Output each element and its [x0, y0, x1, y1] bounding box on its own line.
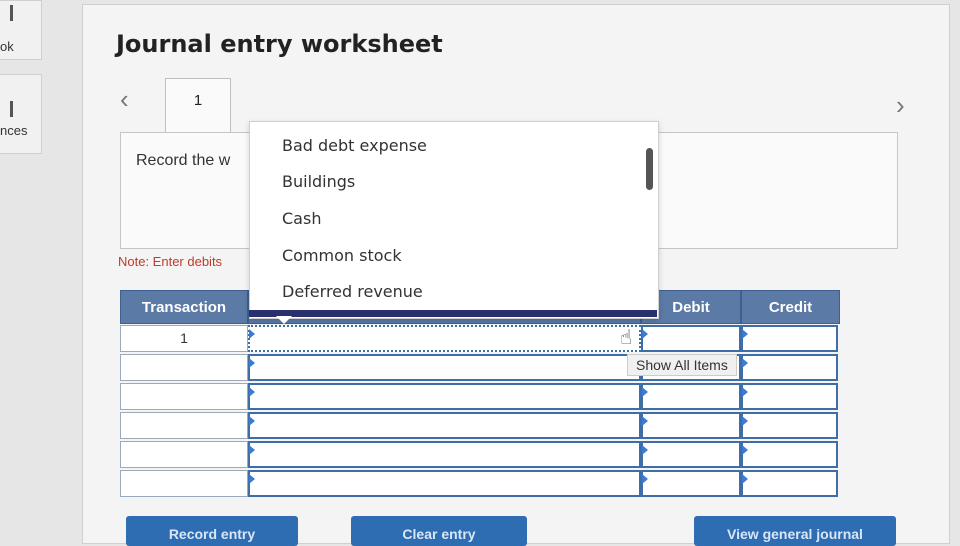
cell-marker-icon: [642, 474, 648, 484]
transaction-cell: [120, 354, 248, 381]
transaction-cell: 1: [120, 325, 248, 352]
sidebar-item-label: ok: [0, 39, 14, 54]
debit-input[interactable]: [641, 325, 741, 352]
cell-marker-icon: [742, 387, 748, 397]
cell-marker-icon: [642, 416, 648, 426]
account-dropdown-list[interactable]: Bad debt expense Buildings Cash Common s…: [249, 121, 659, 319]
chevron-right-icon[interactable]: ›: [896, 92, 905, 118]
dropdown-option[interactable]: Bad debt expense: [282, 136, 427, 155]
account-input[interactable]: [248, 354, 641, 381]
cell-marker-icon: [742, 358, 748, 368]
view-general-journal-button[interactable]: View general journal: [694, 516, 896, 546]
chevron-left-icon[interactable]: ‹: [120, 86, 129, 112]
tab-1[interactable]: 1: [165, 78, 231, 132]
clear-entry-button[interactable]: Clear entry: [351, 516, 527, 546]
dropdown-option[interactable]: Buildings: [282, 172, 355, 191]
cell-marker-icon: [249, 329, 255, 339]
transaction-cell: [120, 383, 248, 410]
sidebar-item-references[interactable]: nces: [0, 74, 42, 154]
record-entry-button[interactable]: Record entry: [126, 516, 298, 546]
credit-input[interactable]: [741, 441, 838, 468]
cell-marker-icon: [249, 474, 255, 484]
caret-down-icon: [276, 316, 292, 324]
account-input[interactable]: [248, 325, 641, 352]
cell-marker-icon: [742, 474, 748, 484]
cell-marker-icon: [642, 387, 648, 397]
dropdown-scrollbar[interactable]: [646, 148, 653, 190]
cell-marker-icon: [642, 329, 648, 339]
account-input[interactable]: [248, 441, 641, 468]
tooltip: Show All Items: [627, 354, 737, 376]
credit-input[interactable]: [741, 412, 838, 439]
debit-input[interactable]: [641, 383, 741, 410]
account-input[interactable]: [248, 470, 641, 497]
note-text: Note: Enter debits: [118, 254, 223, 269]
column-header-credit: Credit: [741, 290, 840, 324]
page-title: Journal entry worksheet: [116, 30, 443, 58]
credit-input[interactable]: [741, 470, 838, 497]
cell-marker-icon: [742, 445, 748, 455]
account-input[interactable]: [248, 383, 641, 410]
dropdown-bottom-bar: [249, 310, 657, 317]
cell-marker-icon: [249, 358, 255, 368]
cell-marker-icon: [642, 445, 648, 455]
sidebar-item-label: nces: [0, 123, 28, 138]
credit-input[interactable]: [741, 325, 838, 352]
cell-marker-icon: [249, 387, 255, 397]
dropdown-option[interactable]: Common stock: [282, 246, 402, 265]
transaction-cell: [120, 412, 248, 439]
cell-marker-icon: [742, 329, 748, 339]
debit-input[interactable]: [641, 441, 741, 468]
sidebar-item-ebook[interactable]: ok: [0, 0, 42, 60]
hand-pointer-icon: ☝: [620, 327, 633, 349]
sidebar-marker: [10, 5, 13, 21]
instruction-text: Record the w: [136, 152, 231, 169]
dropdown-option[interactable]: Cash: [282, 209, 321, 228]
debit-input[interactable]: [641, 470, 741, 497]
transaction-cell: [120, 470, 248, 497]
cell-marker-icon: [742, 416, 748, 426]
account-input[interactable]: [248, 412, 641, 439]
sidebar-marker: [10, 101, 13, 117]
credit-input[interactable]: [741, 354, 838, 381]
cell-marker-icon: [249, 416, 255, 426]
cell-marker-icon: [249, 445, 255, 455]
dropdown-option[interactable]: Deferred revenue: [282, 282, 423, 301]
column-header-transaction: Transaction: [120, 290, 248, 324]
transaction-cell: [120, 441, 248, 468]
debit-input[interactable]: [641, 412, 741, 439]
credit-input[interactable]: [741, 383, 838, 410]
